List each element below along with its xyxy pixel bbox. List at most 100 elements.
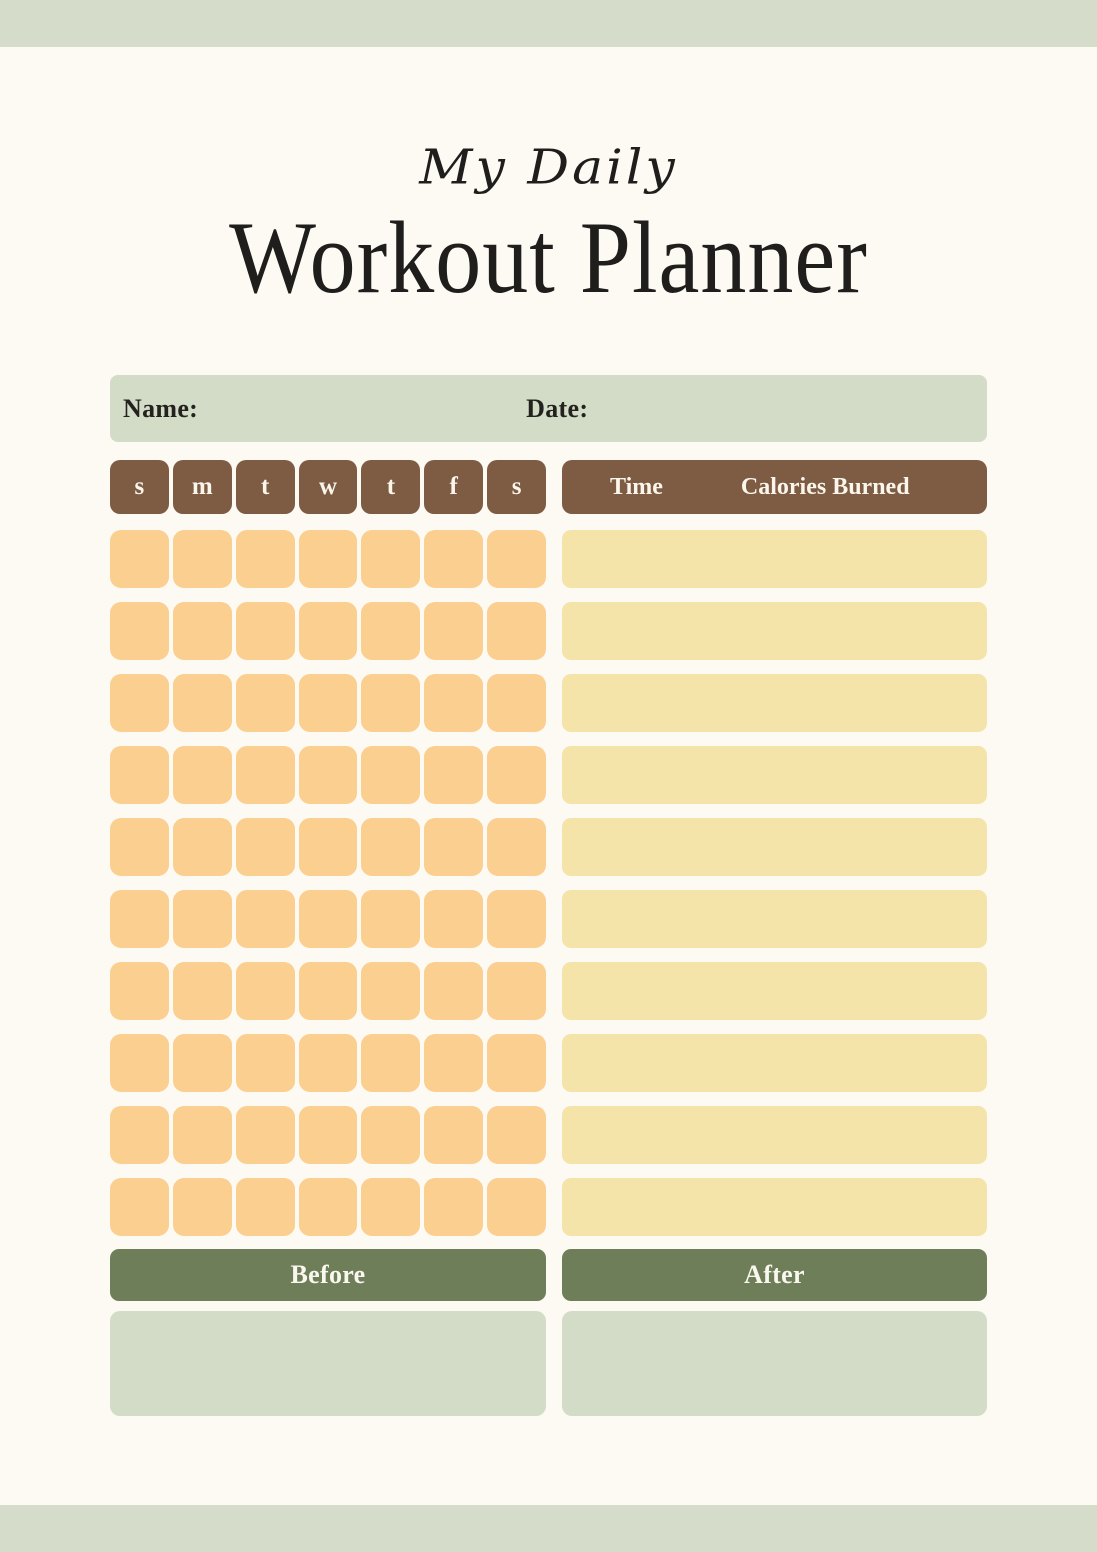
workout-checkbox[interactable] <box>361 818 421 876</box>
workout-log-row[interactable] <box>562 674 987 732</box>
workout-checkbox[interactable] <box>298 818 358 876</box>
workout-checkbox[interactable] <box>235 1106 295 1164</box>
workout-checkbox[interactable] <box>424 674 484 732</box>
workout-checkbox[interactable] <box>487 746 546 804</box>
comparison-note-row <box>110 1311 987 1416</box>
workout-checkbox[interactable] <box>172 1106 232 1164</box>
workout-checkbox[interactable] <box>361 890 421 948</box>
workout-checkbox[interactable] <box>361 1178 421 1236</box>
workout-log-row[interactable] <box>562 890 987 948</box>
workout-checkbox[interactable] <box>487 602 546 660</box>
title-main-line: Workout Planner <box>229 200 868 315</box>
workout-checkbox[interactable] <box>110 818 169 876</box>
workout-checkbox[interactable] <box>172 674 232 732</box>
workout-checkbox[interactable] <box>424 746 484 804</box>
day-headers: smtwtfs <box>110 460 546 514</box>
workout-checkbox[interactable] <box>487 1106 546 1164</box>
workout-checkbox[interactable] <box>110 962 169 1020</box>
workout-checkbox[interactable] <box>487 962 546 1020</box>
workout-checkbox[interactable] <box>298 1034 358 1092</box>
workout-checkbox[interactable] <box>110 890 169 948</box>
workout-log-row[interactable] <box>562 818 987 876</box>
workout-checkbox[interactable] <box>235 962 295 1020</box>
workout-log-row[interactable] <box>562 1034 987 1092</box>
workout-checkbox[interactable] <box>361 530 421 588</box>
checkbox-grid <box>110 530 546 1236</box>
workout-checkbox[interactable] <box>487 674 546 732</box>
day-header-chip: s <box>487 460 546 514</box>
workout-checkbox[interactable] <box>172 1034 232 1092</box>
day-header-chip: w <box>298 460 358 514</box>
workout-checkbox[interactable] <box>110 602 169 660</box>
workout-checkbox[interactable] <box>487 530 546 588</box>
workout-log-row[interactable] <box>562 1106 987 1164</box>
log-header-bar: Time Calories Burned <box>562 460 987 514</box>
workout-checkbox[interactable] <box>298 962 358 1020</box>
entry-bars-group <box>562 514 987 1236</box>
day-header-chip: t <box>361 460 421 514</box>
workout-checkbox[interactable] <box>424 890 484 948</box>
workout-checkbox[interactable] <box>424 530 484 588</box>
workout-log-row[interactable] <box>562 962 987 1020</box>
workout-checkbox[interactable] <box>424 1178 484 1236</box>
workout-checkbox[interactable] <box>424 818 484 876</box>
workout-checkbox[interactable] <box>298 1178 358 1236</box>
workout-log-row[interactable] <box>562 1178 987 1236</box>
workout-checkbox[interactable] <box>110 674 169 732</box>
workout-checkbox[interactable] <box>172 530 232 588</box>
workout-checkbox[interactable] <box>487 1178 546 1236</box>
workout-checkbox[interactable] <box>361 674 421 732</box>
before-note-field[interactable] <box>110 1311 546 1416</box>
workout-checkbox[interactable] <box>235 674 295 732</box>
workout-checkbox[interactable] <box>487 1034 546 1092</box>
workout-checkbox[interactable] <box>110 530 169 588</box>
workout-checkbox[interactable] <box>298 530 358 588</box>
after-header: After <box>562 1249 987 1301</box>
workout-checkbox[interactable] <box>361 602 421 660</box>
workout-checkbox[interactable] <box>424 962 484 1020</box>
workout-checkbox[interactable] <box>424 602 484 660</box>
workout-checkbox[interactable] <box>424 1106 484 1164</box>
workout-checkbox[interactable] <box>487 818 546 876</box>
workout-checkbox[interactable] <box>235 1178 295 1236</box>
workout-checkbox[interactable] <box>110 1106 169 1164</box>
workout-checkbox[interactable] <box>172 890 232 948</box>
date-label: Date: <box>526 393 589 423</box>
after-note-field[interactable] <box>562 1311 987 1416</box>
workout-checkbox[interactable] <box>235 818 295 876</box>
workout-log-row[interactable] <box>562 746 987 804</box>
workout-checkbox[interactable] <box>361 1034 421 1092</box>
workout-checkbox[interactable] <box>298 746 358 804</box>
title-script-line: My Daily <box>419 140 678 196</box>
workout-checkbox[interactable] <box>235 890 295 948</box>
workout-checkbox[interactable] <box>487 890 546 948</box>
workout-checkbox[interactable] <box>172 746 232 804</box>
workout-checkbox[interactable] <box>110 746 169 804</box>
decorative-band-bottom <box>0 1505 1097 1552</box>
workout-checkbox[interactable] <box>235 602 295 660</box>
page-title: My Daily Workout Planner <box>0 140 1097 314</box>
workout-checkbox[interactable] <box>110 1178 169 1236</box>
day-header-chip: s <box>110 460 169 514</box>
workout-checkbox[interactable] <box>361 962 421 1020</box>
workout-checkbox[interactable] <box>110 1034 169 1092</box>
workout-checkbox[interactable] <box>424 1034 484 1092</box>
workout-checkbox[interactable] <box>298 674 358 732</box>
workout-checkbox[interactable] <box>172 962 232 1020</box>
workout-checkbox[interactable] <box>172 1178 232 1236</box>
workout-checkbox[interactable] <box>235 1034 295 1092</box>
day-header-group: smtwtfs <box>110 460 546 514</box>
workout-checkbox[interactable] <box>361 1106 421 1164</box>
workout-checkbox[interactable] <box>235 530 295 588</box>
workout-checkbox[interactable] <box>298 1106 358 1164</box>
name-date-bar: Name: Date: <box>110 375 987 442</box>
workout-checkbox[interactable] <box>172 818 232 876</box>
workout-checkbox[interactable] <box>361 746 421 804</box>
workout-checkbox[interactable] <box>298 602 358 660</box>
workout-checkbox[interactable] <box>298 890 358 948</box>
workout-log-row[interactable] <box>562 530 987 588</box>
workout-log-row[interactable] <box>562 602 987 660</box>
workout-checkbox[interactable] <box>172 602 232 660</box>
workout-checkbox[interactable] <box>235 746 295 804</box>
before-header: Before <box>110 1249 546 1301</box>
